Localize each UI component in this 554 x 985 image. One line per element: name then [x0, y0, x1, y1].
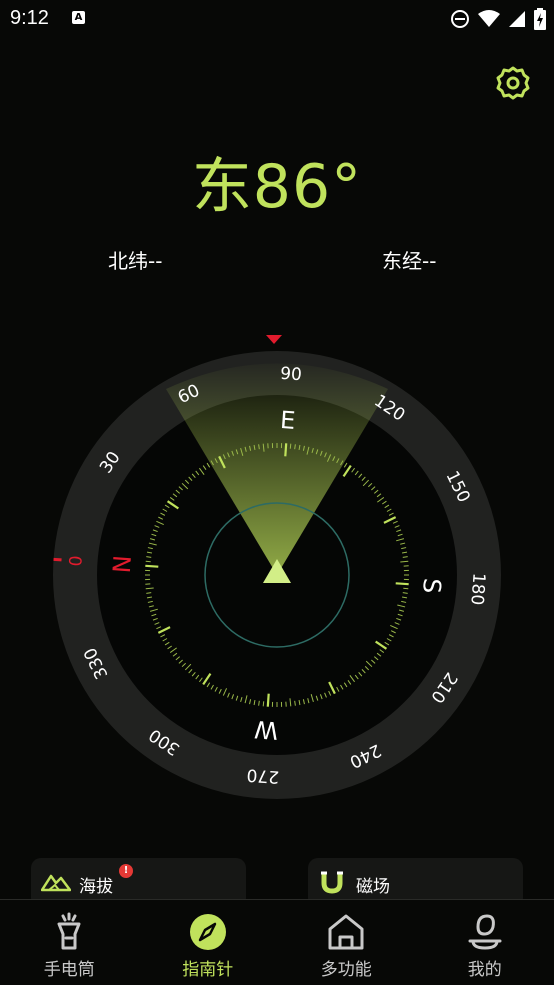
signal-icon [508, 10, 526, 28]
cardinal-e: E [279, 406, 296, 435]
gear-icon [494, 64, 532, 102]
profile-icon [465, 912, 505, 952]
compass-icon [188, 912, 228, 952]
nav-flashlight[interactable]: 手电筒 [0, 900, 139, 985]
tick-mark [295, 701, 296, 706]
north-indicator [266, 335, 282, 344]
tick-mark [403, 588, 408, 589]
compass-dial: 0306090120150180210240270300330 NESW [0, 325, 554, 815]
nav-multi-function-label: 多功能 [277, 955, 416, 980]
magnet-icon [318, 869, 346, 895]
home-icon [326, 912, 366, 952]
magnetic-field-label: 磁场 [356, 872, 390, 897]
degree-label: 180 [466, 572, 488, 606]
tick-mark [259, 444, 260, 449]
settings-button[interactable] [494, 64, 532, 102]
cardinal-s: S [417, 577, 446, 594]
cardinal-n: N [108, 554, 137, 574]
flashlight-icon [49, 912, 89, 952]
mountain-icon [41, 869, 71, 893]
tick-mark [295, 444, 296, 449]
tick-mark [145, 566, 158, 567]
tick-mark [403, 593, 408, 594]
alert-badge: ! [119, 864, 133, 878]
tick-mark [263, 701, 264, 706]
longitude-readout: 东经-- [382, 245, 436, 274]
tick-mark [146, 557, 151, 558]
degree-label: 270 [246, 764, 280, 786]
north-marker [54, 559, 62, 560]
status-icons [450, 8, 546, 30]
notification-icon: A [72, 11, 85, 24]
status-time: 9:12 [10, 7, 49, 30]
latitude-readout: 北纬-- [108, 245, 162, 274]
nav-profile[interactable]: 我的 [416, 900, 554, 985]
tick-mark [290, 444, 291, 449]
status-bar: 9:12 A [0, 0, 554, 38]
tick-mark [259, 701, 260, 706]
tick-mark [285, 443, 286, 456]
cardinal-w: W [253, 715, 279, 745]
heading-readout: 东86° [0, 138, 554, 225]
nav-profile-label: 我的 [416, 955, 554, 980]
nav-multi-function[interactable]: 多功能 [277, 900, 416, 985]
battery-icon [534, 8, 546, 30]
degree-label: 0 [66, 555, 87, 567]
wifi-icon [478, 10, 500, 28]
altitude-label: 海拔 [79, 872, 113, 897]
nav-flashlight-label: 手电筒 [0, 955, 139, 980]
tick-mark [146, 593, 151, 594]
tick-mark [403, 557, 408, 558]
tick-mark [146, 561, 151, 562]
tick-mark [396, 583, 409, 584]
bottom-nav: 手电筒 指南针 多功能 我的 [0, 899, 554, 985]
do-not-disturb-icon [450, 9, 470, 29]
degree-label: 90 [280, 364, 303, 385]
tick-mark [268, 694, 269, 707]
nav-compass-label: 指南针 [139, 955, 278, 980]
nav-compass[interactable]: 指南针 [139, 900, 278, 985]
